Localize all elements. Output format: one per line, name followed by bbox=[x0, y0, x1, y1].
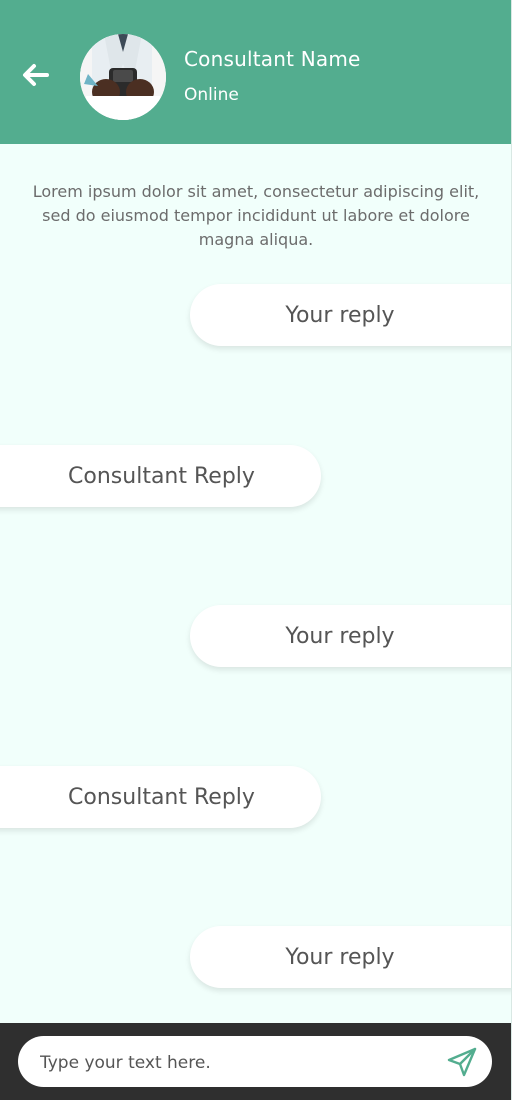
consultant-avatar-image bbox=[80, 34, 166, 120]
send-icon[interactable] bbox=[446, 1046, 478, 1078]
consultant-name: Consultant Name bbox=[184, 47, 361, 71]
message-input[interactable] bbox=[38, 1036, 432, 1089]
consultant-message-bubble[interactable]: Consultant Reply bbox=[0, 766, 321, 828]
your-message-bubble[interactable]: Your reply bbox=[190, 926, 512, 988]
chat-header: Consultant Name Online bbox=[0, 0, 511, 144]
message-input-container bbox=[18, 1036, 492, 1089]
avatar[interactable] bbox=[80, 34, 166, 120]
chat-intro-text: Lorem ipsum dolor sit amet, consectetur … bbox=[32, 182, 480, 249]
your-message-bubble[interactable]: Your reply bbox=[190, 284, 512, 346]
online-status: Online bbox=[184, 85, 239, 105]
your-message-bubble[interactable]: Your reply bbox=[190, 605, 512, 667]
consultant-message-bubble[interactable]: Consultant Reply bbox=[0, 445, 321, 507]
arrow-left-icon[interactable] bbox=[20, 60, 50, 90]
